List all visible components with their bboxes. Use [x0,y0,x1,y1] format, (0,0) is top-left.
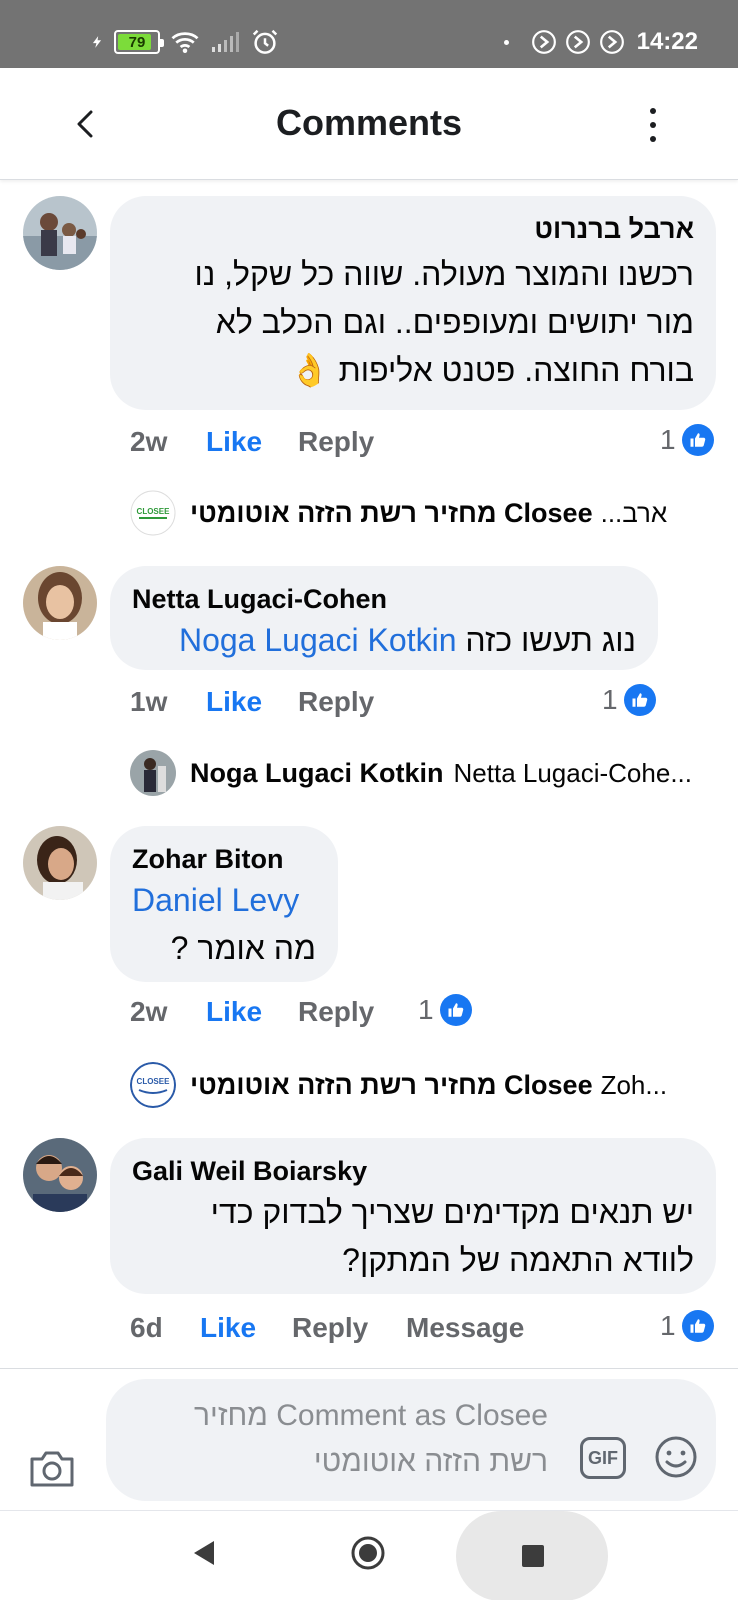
comment-bubble[interactable]: ארבל ברנרוט רכשנו והמוצר מעולה. שווה כל … [110,196,716,410]
app-header: Comments [0,68,738,180]
reaction-number: 1 [660,424,676,455]
reaction-count[interactable]: 1 [602,680,656,720]
svg-text:CLOSEE: CLOSEE [137,507,171,516]
comment-text-line: לוודא התאמה של המתקן? [342,1242,694,1278]
thumbs-up-icon [439,994,472,1026]
reaction-count[interactable]: 1 [660,1306,714,1346]
signal-icon [212,32,239,52]
reply-button[interactable]: Reply [298,996,404,1028]
reply-author: מחזיר רשת הזזה אוטומטי Closee [190,497,593,528]
avatar[interactable] [23,566,97,640]
reaction-number: 1 [418,994,434,1025]
thumbs-up-icon [681,1310,714,1342]
comment-composer: Comment as Closee מחזיר רשת הזזה אוטומטי… [0,1368,738,1510]
comment-actions: 2w Like Reply [130,422,404,462]
app-notify-icon [565,30,590,54]
like-button[interactable]: Like [206,996,298,1028]
reaction-number: 1 [660,1310,676,1341]
mention-link[interactable]: Noga Lugaci Kotkin [179,622,457,658]
comment-time: 2w [130,426,168,457]
message-button[interactable]: Message [406,1312,524,1344]
app-notify-icon [531,30,556,54]
comment-text: נוג תעשו כזה Noga Lugaci Kotkin [132,616,636,664]
system-nav-bar [0,1510,738,1600]
avatar[interactable] [23,1138,97,1212]
comment-text-hebrew: נוג תעשו כזה [465,622,636,658]
avatar[interactable] [23,196,97,270]
app-notify-icon [599,30,624,54]
avatar[interactable] [23,826,97,900]
nav-back-icon[interactable] [186,1535,222,1571]
page-title: Comments [275,102,463,143]
reply-text: Netta Lugaci-Cohe... [453,757,692,788]
comment-text-line: רכשנו והמוצר מעולה. שווה כל שקל, נו [194,256,695,292]
closee-logo-avatar: CLOSEE [130,490,176,536]
reply-button[interactable]: Reply [298,686,404,718]
dot-icon [503,39,509,45]
like-button[interactable]: Like [206,426,298,458]
comment-actions: 6d Like Reply Message [130,1308,524,1348]
placeholder-line: רשת הזזה אוטומטי [313,1445,548,1478]
battery-icon: 79 [114,30,164,54]
more-vertical-icon[interactable] [648,108,658,142]
comment-time: 1w [130,686,168,717]
comment-author[interactable]: Netta Lugaci-Cohen [132,582,636,616]
comment-bubble[interactable]: Netta Lugaci-Cohen נוג תעשו כזה Noga Lug… [110,566,658,670]
comment-time: 6d [130,1312,163,1343]
reaction-count[interactable]: 1 [660,420,714,460]
status-bar: 79 14:22 [0,0,738,68]
reply-button[interactable]: Reply [298,426,404,458]
reply-text: ארב... [600,497,668,528]
comment-bubble[interactable]: Gali Weil Boiarsky יש תנאים מקדימים שצרי… [110,1138,716,1294]
alarm-icon [252,29,278,54]
reply-text: Zoh... [600,1069,668,1100]
comment-time: 2w [130,996,168,1027]
input-placeholder: Comment as Closee מחזיר רשת הזזה אוטומטי [128,1393,548,1485]
battery-level: 79 [128,33,146,51]
reply-author: מחזיר רשת הזזה אוטומטי Closee [190,1069,593,1100]
clock: 14:22 [636,28,698,55]
reply-author: Noga Lugaci Kotkin [190,757,444,788]
gif-button[interactable]: GIF [580,1437,626,1479]
comment-actions: 2w Like Reply [130,992,404,1032]
status-left: 79 [90,22,280,62]
reply-button[interactable]: Reply [292,1312,406,1344]
reply-preview[interactable]: Noga Lugaci Kotkin Netta Lugaci-Cohe... [130,750,712,796]
svg-text:CLOSEE: CLOSEE [137,1077,171,1086]
thumbs-up-icon [623,684,656,716]
comment-text-line: מור יתושים ומעופפים.. וגם הכלב לא [215,304,694,340]
comment-text-line: בורח החוצה. פטנט אליפות 👌 [289,352,694,388]
thumbs-up-icon [681,424,714,456]
placeholder-line: Comment as Closee מחזיר [194,1399,548,1432]
like-button[interactable]: Like [206,686,298,718]
status-right: 14:22 [503,22,698,62]
comment-actions: 1w Like Reply [130,682,404,722]
reaction-count[interactable]: 1 [418,990,472,1030]
comment-author[interactable]: ארבל ברנרוט [132,212,694,246]
comment-author[interactable]: Gali Weil Boiarsky [132,1154,694,1188]
nav-home-icon[interactable] [350,1535,386,1571]
like-button[interactable]: Like [200,1312,292,1344]
reply-preview[interactable]: CLOSEE מחזיר רשת הזזה אוטומטי Closee Zoh… [130,1062,712,1108]
comment-author[interactable]: Zohar Biton [132,842,316,876]
reaction-number: 1 [602,684,618,715]
closee-logo-avatar: CLOSEE [130,1062,176,1108]
reply-preview[interactable]: CLOSEE מחזיר רשת הזזה אוטומטי Closee ארב… [130,490,712,536]
comment-text-line: יש תנאים מקדימים שצריך לבדוק כדי [210,1194,694,1230]
wifi-icon [171,32,199,53]
emoji-icon[interactable] [654,1435,698,1479]
comment-text-hebrew: מה אומר ? [170,930,316,966]
mention-link[interactable]: Daniel Levy [132,876,316,924]
comment-bubble[interactable]: Zohar Biton Daniel Levy מה אומר ? [110,826,338,982]
camera-icon[interactable] [28,1447,76,1489]
flash-icon [92,36,102,48]
nav-recent-icon[interactable] [522,1545,544,1567]
comment-input[interactable]: Comment as Closee מחזיר רשת הזזה אוטומטי… [106,1379,716,1501]
reply-avatar [130,750,176,796]
